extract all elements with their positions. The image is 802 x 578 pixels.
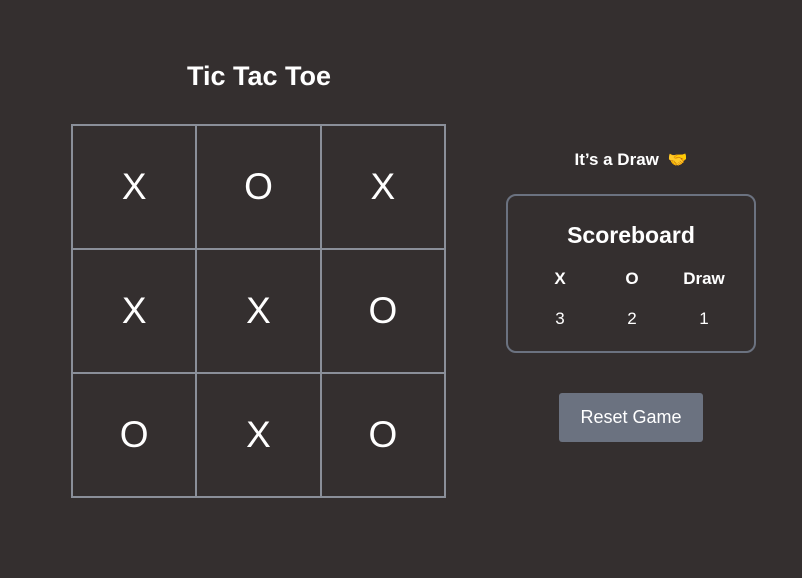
- board-cell[interactable]: X: [320, 125, 445, 249]
- handshake-icon: 🤝: [667, 152, 688, 169]
- game-status: It’s a Draw 🤝: [506, 148, 756, 173]
- scoreboard: Scoreboard X O Draw 3 2 1: [506, 194, 756, 353]
- score-value-draw: 1: [699, 309, 709, 328]
- page-title: Tic Tac Toe: [186, 61, 332, 91]
- board-cell[interactable]: O: [320, 373, 445, 497]
- score-header-o: O: [625, 269, 639, 288]
- status-text: It’s a Draw: [574, 150, 659, 169]
- score-header-draw: Draw: [683, 269, 725, 288]
- board-cell[interactable]: O: [72, 373, 197, 497]
- score-value-x: 3: [555, 309, 565, 328]
- scoreboard-values-row: 3 2 1: [524, 308, 740, 330]
- board-cell[interactable]: O: [196, 125, 321, 249]
- board-cell[interactable]: X: [196, 249, 321, 373]
- scoreboard-title: Scoreboard: [567, 222, 695, 248]
- board-cell[interactable]: X: [196, 373, 321, 497]
- board-cell[interactable]: O: [320, 249, 445, 373]
- game-board: X O X X X O O X O: [71, 124, 446, 498]
- scoreboard-header-row: X O Draw: [524, 268, 740, 290]
- board-cell[interactable]: X: [72, 125, 197, 249]
- score-value-o: 2: [627, 309, 637, 328]
- board-cell[interactable]: X: [72, 249, 197, 373]
- game-page: Tic Tac Toe X O X X X O O X O It’s a Dra…: [0, 0, 802, 578]
- reset-game-button[interactable]: Reset Game: [559, 393, 703, 442]
- score-header-x: X: [554, 269, 566, 288]
